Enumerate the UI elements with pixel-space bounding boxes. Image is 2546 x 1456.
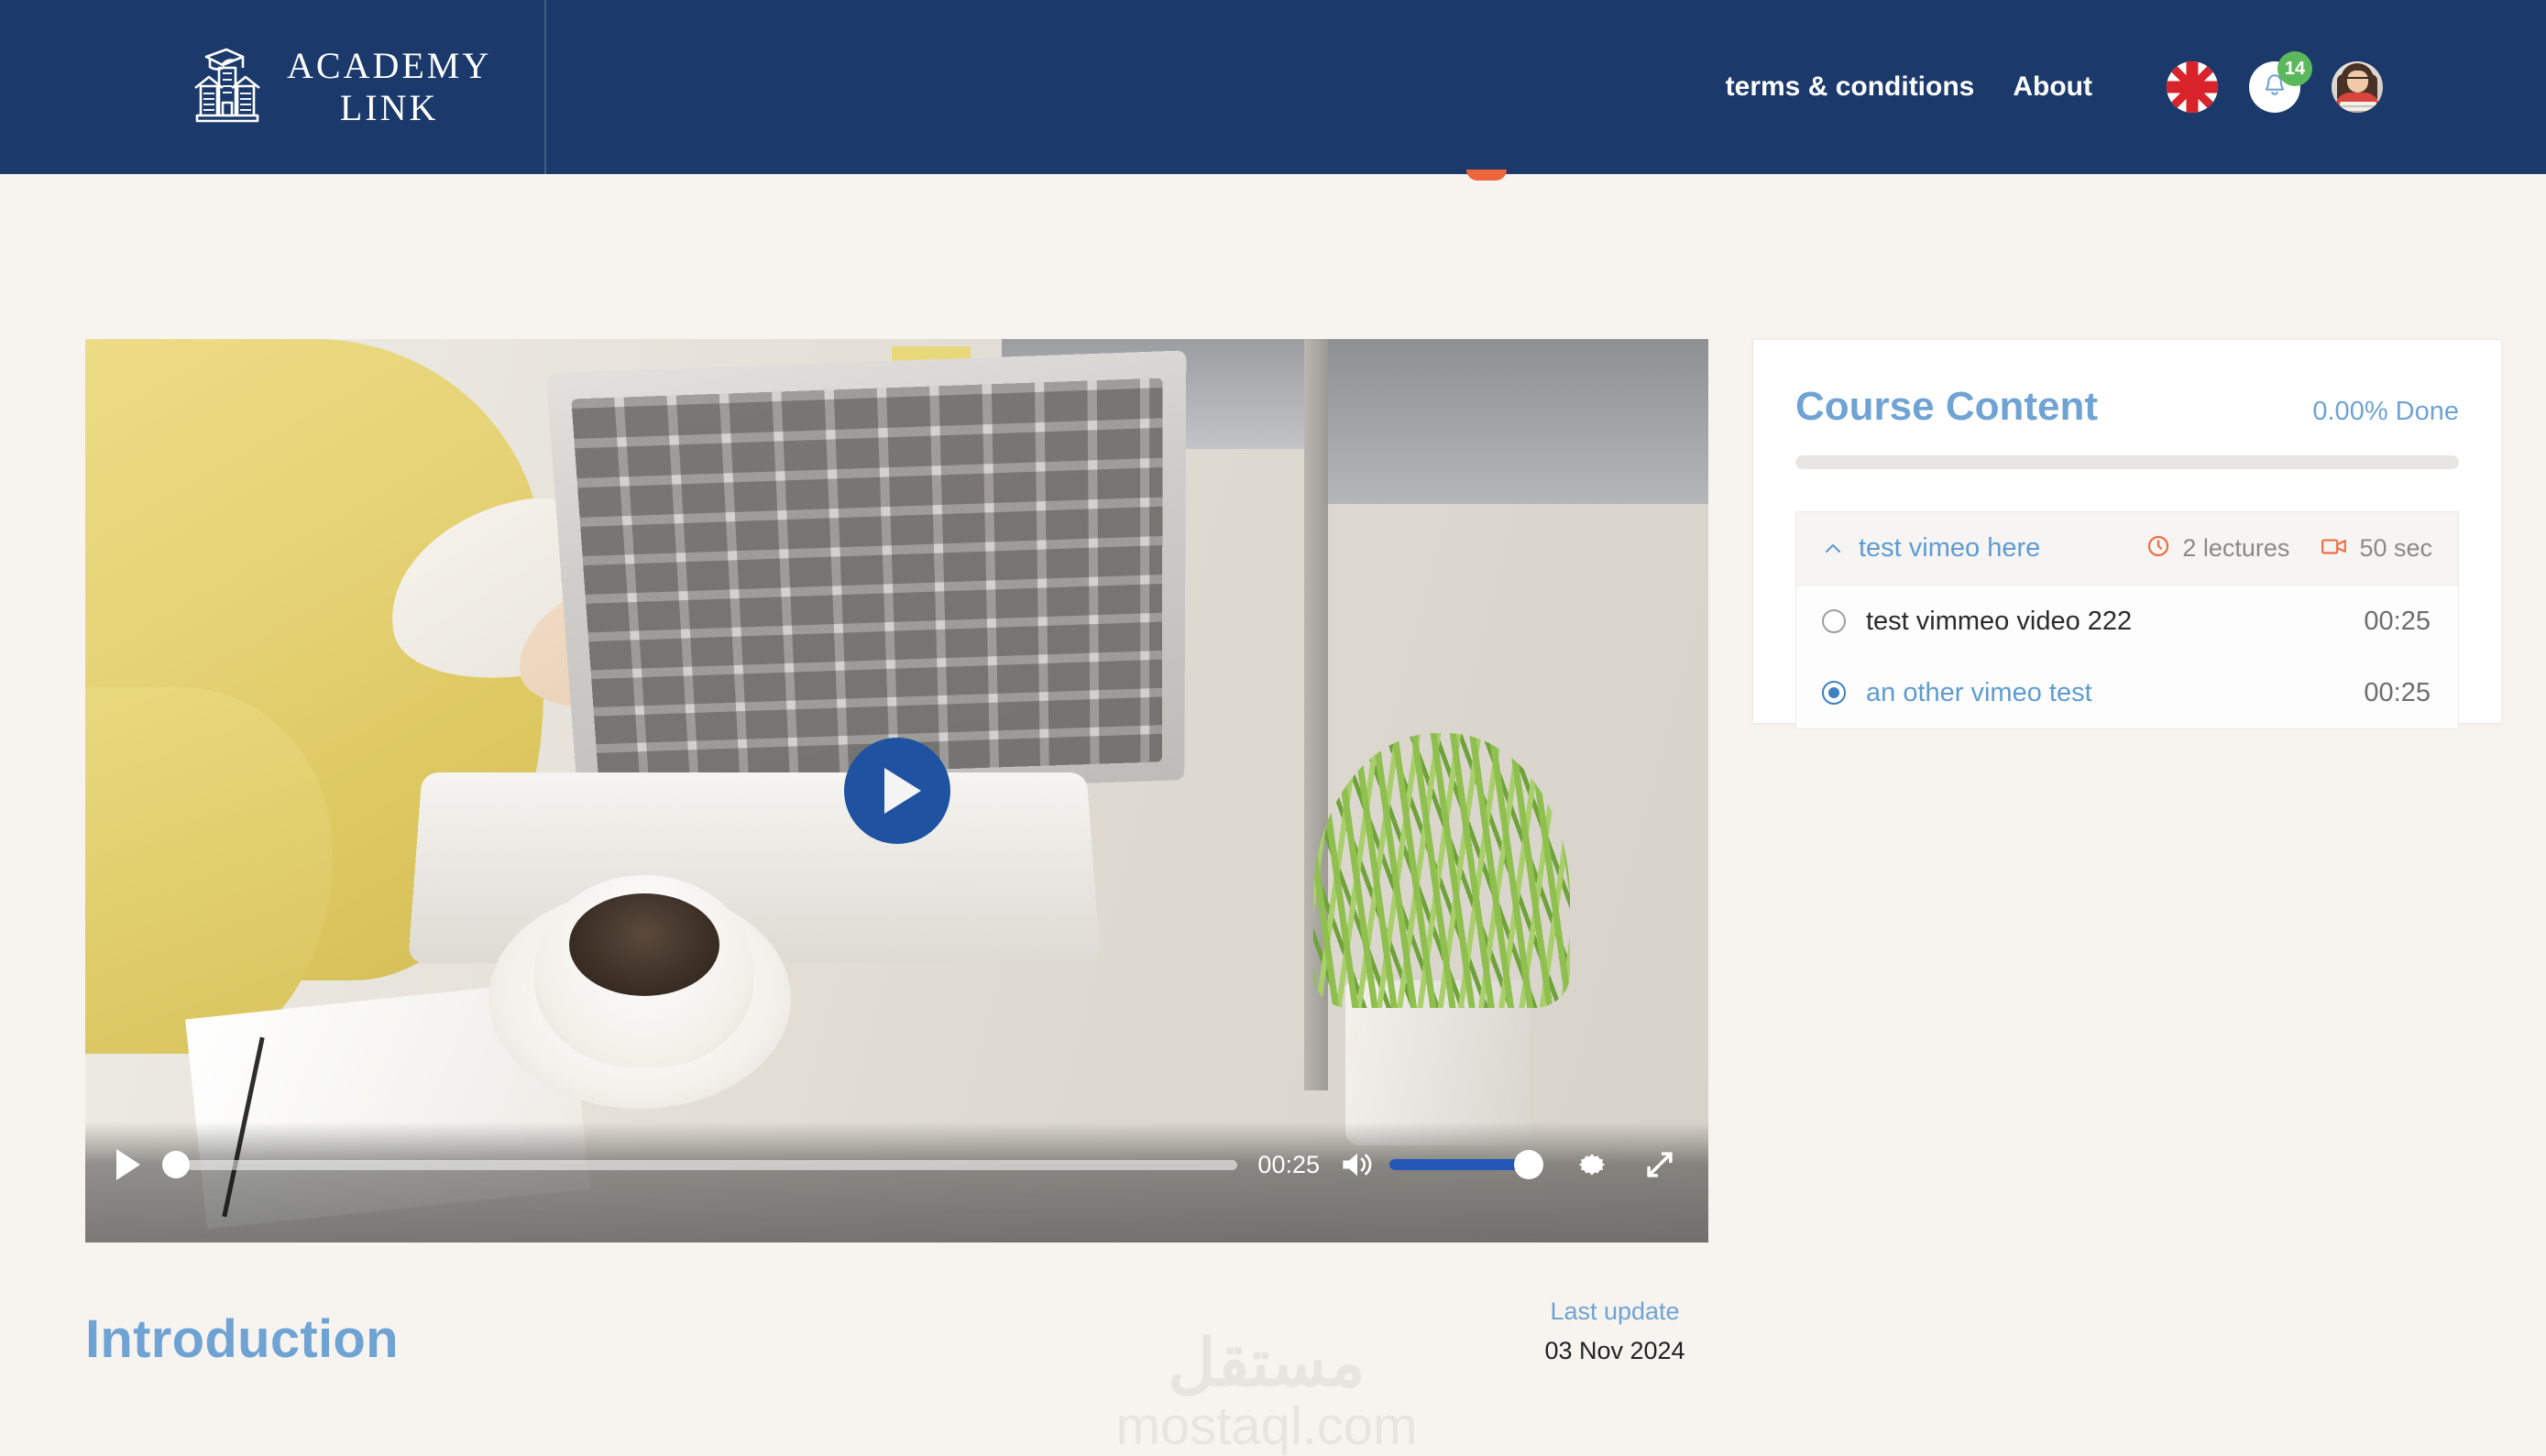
course-content-panel: Course Content 0.00% Done test vimeo her… — [1752, 339, 2502, 724]
video-player[interactable]: 00:25 — [85, 339, 1708, 1243]
list-item[interactable]: an other vimeo test 00:25 — [1796, 657, 2458, 728]
video-camera-icon — [2321, 534, 2348, 563]
volume-track — [1389, 1159, 1520, 1170]
lecture-duration: 00:25 — [2364, 678, 2431, 708]
section-lectures-meta: 2 lectures — [2145, 533, 2289, 564]
brand-line-1: ACADEMY — [287, 45, 491, 87]
progress-handle[interactable] — [162, 1151, 190, 1178]
lecture-radio-icon[interactable] — [1822, 609, 1846, 633]
play-icon — [884, 768, 921, 814]
lecture-title: test vimmeo video 222 — [1866, 607, 2364, 637]
last-update-label: Last update — [1521, 1297, 1708, 1326]
player-controls: 00:25 — [85, 1122, 1708, 1243]
course-section: test vimeo here 2 lectures 50 sec test v… — [1795, 511, 2459, 729]
course-progress-percent: 0.00% Done — [2312, 397, 2459, 427]
brand-name: ACADEMY LINK — [287, 45, 491, 130]
lecture-radio-icon[interactable] — [1822, 681, 1846, 705]
brand-line-2: LINK — [287, 87, 491, 129]
lecture-title: an other vimeo test — [1866, 678, 2364, 708]
notification-count-badge: 14 — [2277, 51, 2312, 86]
volume-high-icon[interactable] — [1340, 1149, 1375, 1180]
volume-handle[interactable] — [1514, 1150, 1543, 1179]
course-progress-bar — [1795, 455, 2459, 469]
site-header: ACADEMY LINK terms & conditions About 14 — [0, 0, 2546, 174]
progress-scrubber[interactable] — [162, 1149, 1237, 1180]
progress-track — [186, 1160, 1237, 1170]
nav-link-about[interactable]: About — [1993, 71, 2112, 103]
notifications-button[interactable]: 14 — [2249, 61, 2300, 113]
lecture-duration: 00:25 — [2364, 607, 2431, 637]
play-overlay-button[interactable] — [844, 738, 950, 844]
watermark-latin: mostaql.com — [1111, 1400, 1422, 1453]
clock-icon — [2145, 533, 2171, 564]
main-content: 00:25 مستقل mostaql.com Introduction Las… — [0, 174, 2546, 1376]
header-icon-group: 14 — [2167, 61, 2383, 113]
course-section-header[interactable]: test vimeo here 2 lectures 50 sec — [1796, 512, 2458, 586]
play-button[interactable] — [116, 1149, 140, 1180]
list-item[interactable]: test vimmeo video 222 00:25 — [1796, 586, 2458, 657]
uk-flag-icon[interactable] — [2167, 61, 2218, 113]
last-update: Last update 03 Nov 2024 — [1521, 1297, 1708, 1365]
fullscreen-icon[interactable] — [1642, 1147, 1677, 1182]
graduation-building-icon — [188, 46, 267, 128]
chevron-up-icon[interactable] — [1822, 538, 1844, 560]
course-content-title: Course Content — [1795, 384, 2098, 430]
avatar[interactable] — [2332, 61, 2383, 113]
nav-link-terms[interactable]: terms & conditions — [1706, 71, 1994, 103]
section-lectures-count: 2 lectures — [2182, 534, 2289, 563]
watermark: مستقل mostaql.com — [1111, 1330, 1422, 1453]
current-time: 00:25 — [1257, 1151, 1320, 1179]
header-nav: terms & conditions About 14 — [1706, 61, 2383, 113]
volume-slider[interactable] — [1389, 1149, 1543, 1180]
course-section-title: test vimeo here — [1859, 533, 2114, 564]
section-duration-meta: 50 sec — [2321, 534, 2432, 563]
brand-logo[interactable]: ACADEMY LINK — [188, 0, 546, 174]
watermark-arabic: مستقل — [1111, 1330, 1422, 1396]
last-update-date: 03 Nov 2024 — [1521, 1337, 1708, 1365]
lesson-title: Introduction — [85, 1308, 399, 1370]
gear-icon[interactable] — [1575, 1147, 1609, 1182]
course-content-header: Course Content 0.00% Done — [1753, 340, 2501, 430]
section-duration: 50 sec — [2359, 534, 2432, 563]
